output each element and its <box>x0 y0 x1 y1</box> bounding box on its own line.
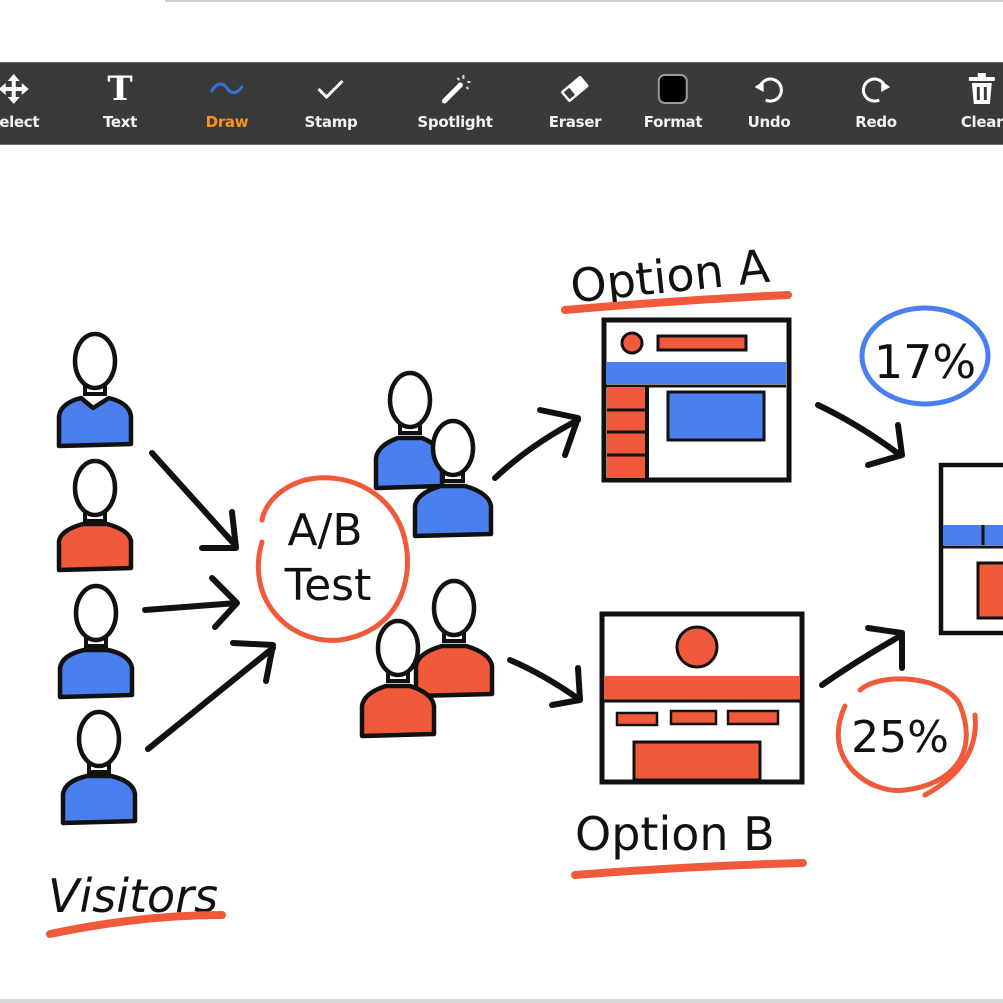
undo-icon <box>751 71 787 107</box>
tool-text[interactable]: T Text <box>102 71 138 139</box>
redo-icon <box>858 71 894 107</box>
checkmark-icon <box>313 71 349 107</box>
visitor-4 <box>60 712 138 826</box>
tool-spotlight-label: Spotlight <box>417 113 493 131</box>
magic-wand-icon <box>437 71 473 107</box>
text-t-icon: T <box>107 69 133 109</box>
visitor-arrows <box>142 450 276 752</box>
color-swatch-icon <box>655 71 691 107</box>
option-b-wireframe <box>599 611 805 785</box>
winner-wireframe <box>938 462 1003 636</box>
group-red <box>359 581 495 739</box>
tool-draw[interactable]: Draw <box>206 71 249 139</box>
tool-spotlight[interactable]: Spotlight <box>417 71 493 139</box>
option-a-wireframe <box>601 317 792 483</box>
ab-test-line1: A/B <box>287 505 362 556</box>
move-arrows-icon <box>0 71 32 107</box>
tool-format-label: Format <box>643 113 703 131</box>
rate-b-value: 25% <box>851 712 949 763</box>
tool-stamp-label: Stamp <box>304 113 358 131</box>
eraser-icon <box>557 71 593 107</box>
ab-test-line2: Test <box>284 560 372 611</box>
option-b-label: Option B <box>575 807 775 861</box>
tool-eraser-label: Eraser <box>548 113 602 131</box>
tool-select[interactable]: Select <box>0 71 40 139</box>
visitor-2 <box>56 461 134 573</box>
tool-undo-label: Undo <box>747 113 791 131</box>
tool-draw-label: Draw <box>205 113 249 131</box>
tool-clear-label: Clear <box>960 113 1003 131</box>
tool-undo[interactable]: Undo <box>748 71 791 139</box>
tool-clear[interactable]: Clear <box>961 71 1003 139</box>
rate-a-value: 17% <box>874 335 976 389</box>
whiteboard-canvas[interactable]: Visitors A/B Test Option A Option B 17% … <box>0 146 1003 999</box>
tool-format[interactable]: Format <box>643 71 703 139</box>
tool-eraser[interactable]: Eraser <box>548 71 602 139</box>
option-b-underline <box>571 859 807 879</box>
visitor-1 <box>56 334 134 449</box>
window-top-border <box>165 0 1003 2</box>
visitor-3 <box>57 586 135 700</box>
tool-select-label: Select <box>0 113 40 131</box>
squiggle-line-icon <box>209 71 245 107</box>
annotation-toolbar: Select T Text Draw Stamp Spotlight Erase… <box>0 62 1003 145</box>
trash-icon <box>964 71 1000 107</box>
tool-redo-label: Redo <box>855 113 897 131</box>
tool-text-label: Text <box>102 113 138 131</box>
tool-redo[interactable]: Redo <box>855 71 897 139</box>
window-bottom-border <box>0 999 1003 1003</box>
tool-stamp[interactable]: Stamp <box>305 71 358 139</box>
